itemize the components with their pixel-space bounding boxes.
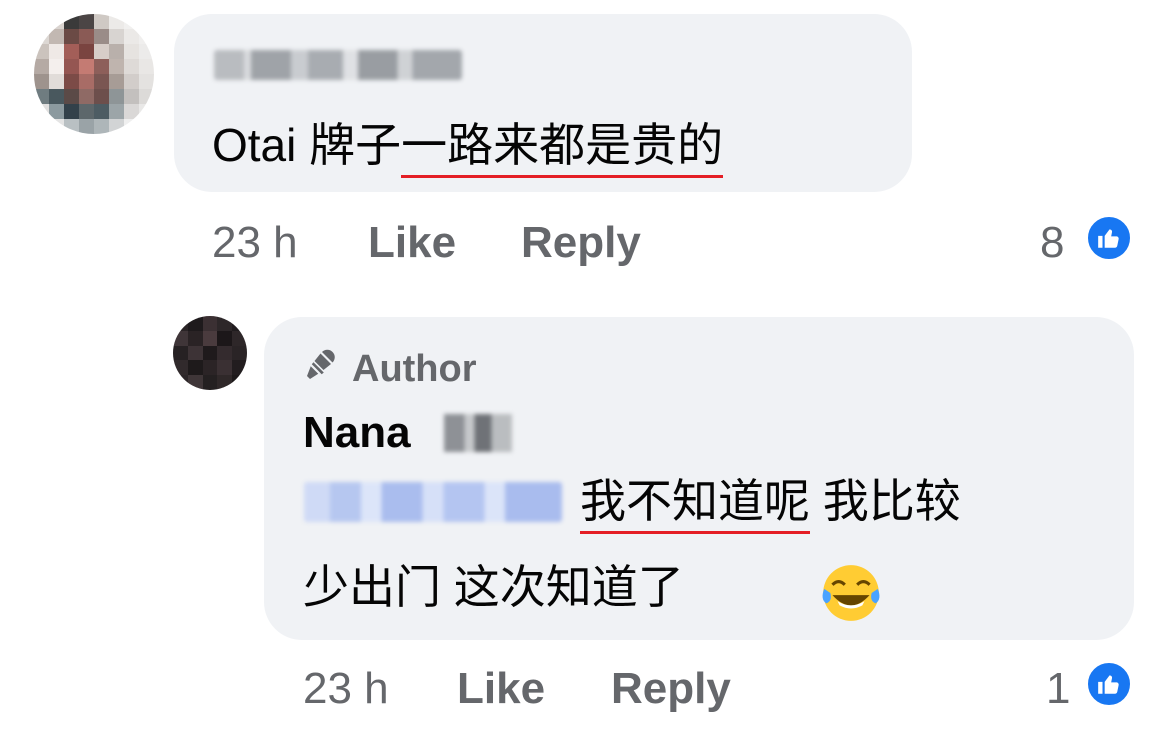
reply-reaction-count[interactable]: 1 bbox=[1046, 667, 1070, 711]
author-avatar[interactable] bbox=[173, 316, 247, 390]
mention-tag-blurred[interactable] bbox=[304, 482, 562, 522]
reply-reply-button[interactable]: Reply bbox=[611, 667, 731, 711]
microphone-icon bbox=[304, 346, 340, 392]
reply-timestamp[interactable]: 23 h bbox=[303, 667, 389, 711]
reply-button[interactable]: Reply bbox=[521, 221, 641, 265]
author-badge: Author bbox=[304, 346, 477, 392]
comment-text-underlined: 一路来都是贵的 bbox=[401, 119, 724, 178]
reply-text-line1: 我不知道呢 我比较 bbox=[580, 475, 961, 534]
commenter-name-blurred[interactable] bbox=[214, 50, 462, 80]
comment-text-plain: Otai 牌子 bbox=[212, 119, 402, 171]
reply-like-button[interactable]: Like bbox=[457, 667, 545, 711]
comment-thread: Otai 牌子一路来都是贵的 23 h Like Reply 8 Author … bbox=[0, 0, 1170, 730]
comment-timestamp[interactable]: 23 h bbox=[212, 221, 298, 265]
reply-author-surname-blurred[interactable] bbox=[444, 414, 512, 452]
comment-text: Otai 牌子一路来都是贵的 bbox=[212, 119, 724, 178]
reply-text-after: 我比较 bbox=[810, 475, 961, 527]
reaction-count[interactable]: 8 bbox=[1040, 221, 1064, 265]
thumbs-up-icon[interactable] bbox=[1085, 660, 1133, 708]
reply-author-name[interactable]: Nana bbox=[303, 408, 411, 458]
author-badge-label: Author bbox=[352, 347, 477, 390]
commenter-avatar[interactable] bbox=[34, 14, 154, 134]
reply-text-line2: 少出门 这次知道了 bbox=[303, 561, 684, 613]
thumbs-up-icon[interactable] bbox=[1085, 214, 1133, 262]
like-button[interactable]: Like bbox=[368, 221, 456, 265]
tears-of-joy-emoji bbox=[822, 565, 880, 621]
reply-text-underlined: 我不知道呢 bbox=[580, 475, 810, 534]
